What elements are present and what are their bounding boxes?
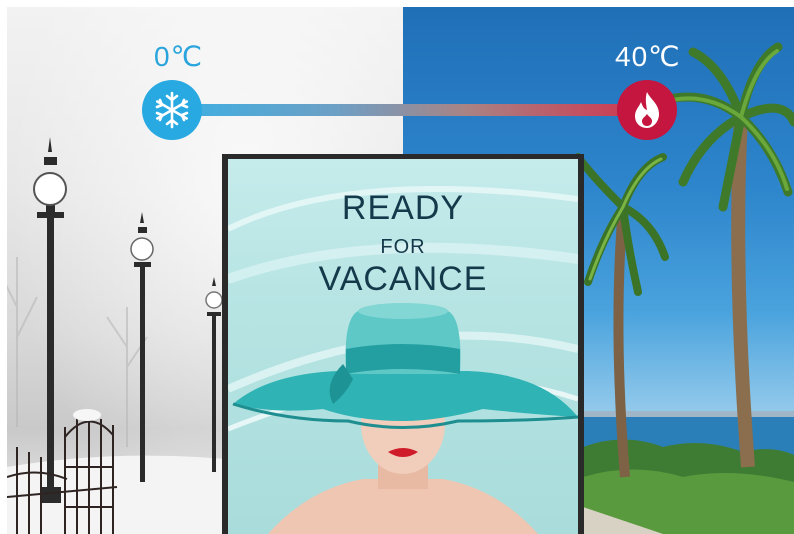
hot-temperature-label: 40℃ bbox=[615, 41, 681, 72]
flame-icon bbox=[617, 80, 677, 140]
temperature-gradient-bar bbox=[172, 104, 648, 116]
cold-temperature-label: 0℃ bbox=[154, 41, 204, 72]
poster-headline-vacance: VACANCE bbox=[318, 260, 488, 298]
poster-headline-for: FOR bbox=[380, 236, 426, 258]
poster-display: READY FOR VACANCE bbox=[222, 154, 584, 534]
poster-headline-ready: READY bbox=[341, 189, 465, 227]
poster-screen: READY FOR VACANCE bbox=[228, 159, 578, 534]
snowflake-icon bbox=[142, 80, 202, 140]
comparison-banner: 0℃ 40℃ READY FOR VACANCE bbox=[0, 0, 794, 534]
